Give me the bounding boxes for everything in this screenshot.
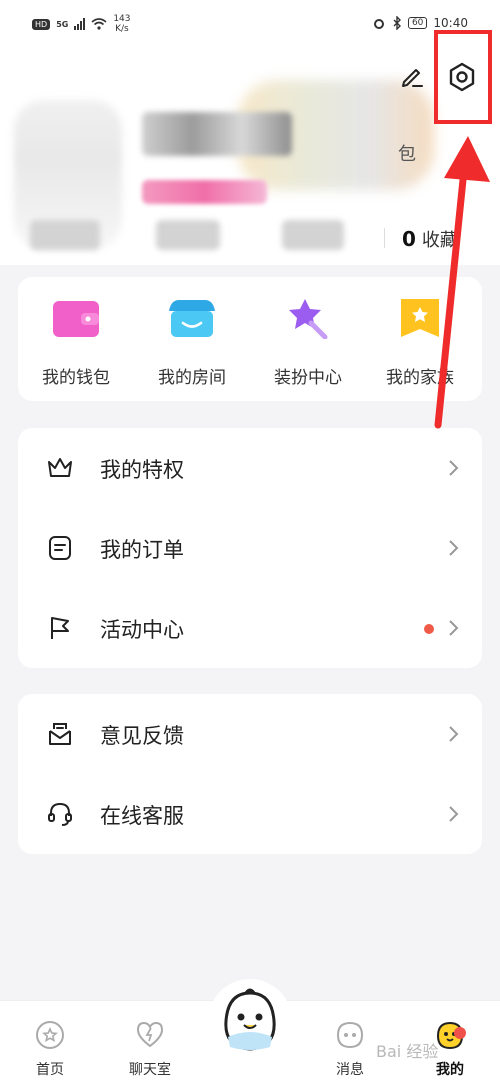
quick-dress-center[interactable]: 装扮中心 [258,297,358,388]
edit-icon [402,69,423,87]
bluetooth-icon [393,16,401,30]
user-tags [142,180,267,204]
home-icon [36,1021,64,1049]
highlight-box [434,30,492,124]
menu-item-privileges[interactable]: 我的特权 [18,428,482,508]
menu-card-support: 意见反馈 在线客服 [18,694,482,854]
edit-profile-button[interactable] [398,62,426,90]
heart-chat-icon [136,1021,164,1048]
chevron-right-icon [449,806,459,822]
feedback-mail-icon [49,723,71,745]
menu-item-activities-label: 活动中心 [100,618,184,642]
quick-room-label: 我的房间 [158,368,226,388]
user-name [142,112,292,156]
notification-dot [424,624,434,634]
menu-item-orders[interactable]: 我的订单 [18,508,482,588]
speed-value: 143 [113,14,131,24]
chevron-right-icon [449,540,459,556]
network-speed: 143 K/s [113,14,130,34]
menu-item-customer-service-label: 在线客服 [100,804,184,828]
wallet-icon [51,297,101,339]
menu-item-activities[interactable]: 活动中心 [18,588,482,668]
menu-item-privileges-label: 我的特权 [100,458,184,482]
stat-favorites[interactable]: 0 收藏 [402,226,458,252]
speed-unit: K/s [115,24,129,34]
quick-family-label: 我的家族 [386,368,454,388]
menu-item-feedback[interactable]: 意见反馈 [18,694,482,774]
menu-card-primary: 我的特权 我的订单 活动中心 [18,428,482,668]
stat-divider [384,228,385,248]
status-right: 60 10:40 [372,16,468,30]
store-icon [167,297,217,339]
clock: 10:40 [433,16,468,30]
network-type: 5G [56,19,69,29]
family-flag-icon [395,297,445,339]
headset-icon [48,802,72,826]
hd-badge: HD [32,18,51,30]
message-icon [336,1021,364,1049]
magic-wand-star-icon [283,297,333,340]
favorites-label: 收藏 [421,230,458,251]
notification-dot [454,1027,466,1039]
alarm-icon [373,19,384,29]
quick-wallet-label: 我的钱包 [42,368,110,388]
favorites-count: 0 [402,227,416,251]
menu-item-customer-service[interactable]: 在线客服 [18,774,482,854]
stat-visitors[interactable] [282,220,344,250]
quick-family[interactable]: 我的家族 [370,297,470,388]
mascot-bird-icon [224,988,276,1051]
center-mascot-button[interactable] [208,979,292,1063]
quick-actions-card: 我的钱包 我的房间 装扮中心 我的家族 [18,277,482,401]
order-icon [49,536,71,560]
quick-wallet[interactable]: 我的钱包 [26,297,126,388]
signal-icon [74,18,86,30]
crown-icon [48,458,72,477]
stat-following[interactable] [30,220,100,250]
chevron-right-icon [449,620,459,636]
tab-me-label: 我的 [436,1062,464,1078]
quick-dress-center-label: 装扮中心 [274,368,342,388]
status-left: HD 5G 143 K/s [32,14,131,34]
menu-item-feedback-label: 意见反馈 [100,724,184,748]
wifi-icon [91,18,107,30]
tab-home[interactable]: 首页 [10,1019,90,1079]
chevron-right-icon [449,726,459,742]
tab-chatroom-label: 聊天室 [129,1062,171,1078]
menu-item-orders-label: 我的订单 [100,538,184,562]
stat-fans[interactable] [156,220,220,250]
watermark: Bai 经验 [376,1042,439,1061]
tab-home-label: 首页 [36,1062,64,1078]
quick-room[interactable]: 我的房间 [142,297,242,388]
tab-chatroom[interactable]: 聊天室 [110,1019,190,1079]
chevron-right-icon [449,460,459,476]
banner-suffix: 包 [398,144,416,165]
tab-messages-label: 消息 [336,1062,364,1078]
flag-icon [51,617,69,639]
status-bar: HD 5G 143 K/s 60 10:40 [0,0,500,46]
battery-indicator: 60 [407,17,428,29]
